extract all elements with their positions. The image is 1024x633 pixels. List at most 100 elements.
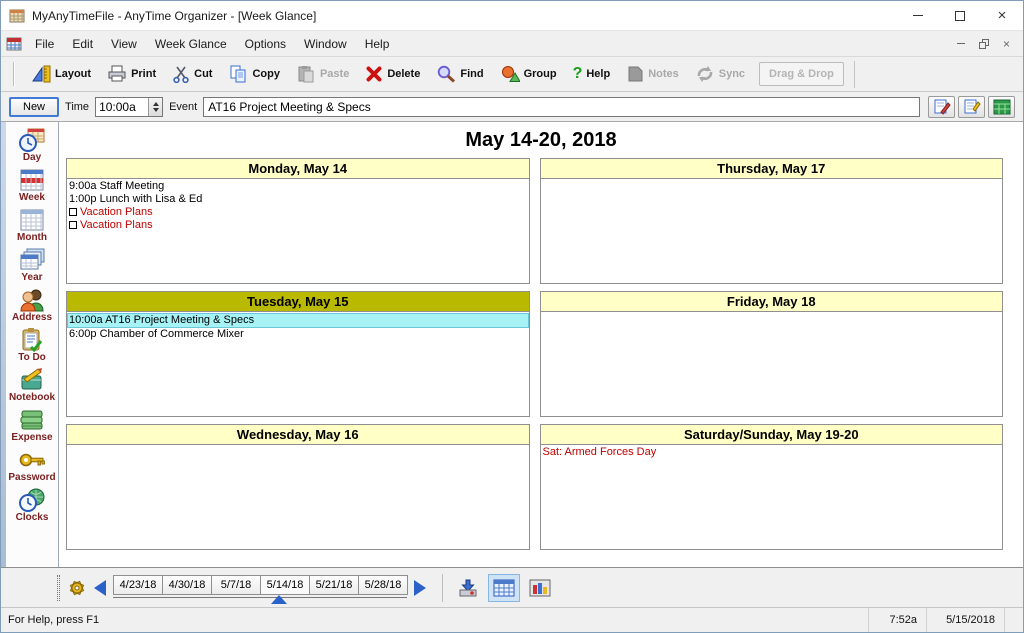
week-tab[interactable]: 5/7/18 — [211, 574, 261, 595]
menu-help[interactable]: Help — [356, 33, 399, 55]
find-button[interactable]: Find — [428, 62, 491, 86]
app-icon — [9, 9, 25, 22]
expense-icon — [20, 410, 43, 430]
selected-event-item[interactable]: 10:00a AT16 Project Meeting & Specs — [67, 313, 529, 328]
time-input[interactable] — [96, 97, 149, 116]
clocks-icon — [18, 488, 45, 512]
todo-item[interactable]: Vacation Plans — [67, 219, 529, 232]
event-view-button[interactable] — [988, 95, 1015, 118]
week-view-button[interactable] — [488, 573, 520, 602]
spin-up-icon — [152, 101, 159, 106]
menu-bar: File Edit View Week Glance Options Windo… — [1, 30, 1023, 56]
sidebar-item-month[interactable]: Month — [17, 207, 47, 243]
mdi-close-button[interactable]: × — [1003, 37, 1010, 51]
month-icon — [20, 209, 44, 231]
mdi-restore-button[interactable] — [978, 38, 989, 49]
week-tab-active[interactable]: 5/14/18 — [260, 574, 310, 595]
event-item[interactable]: 1:00p Lunch with Lisa & Ed — [67, 193, 529, 206]
help-button[interactable]: ? Help — [565, 64, 619, 84]
menu-view[interactable]: View — [102, 33, 146, 55]
day-header: Friday, May 18 — [540, 292, 1002, 312]
group-button[interactable]: Group — [492, 62, 565, 86]
settings-gear-icon[interactable] — [67, 578, 87, 598]
minimize-icon — [913, 15, 923, 16]
sidebar-item-address[interactable]: Address — [12, 287, 52, 323]
sidebar-item-week[interactable]: Week — [18, 167, 46, 203]
event-edit-button[interactable] — [928, 95, 955, 118]
todo-checkbox[interactable] — [69, 221, 77, 229]
holiday-item[interactable]: Sat: Armed Forces Day — [541, 446, 1003, 459]
week-tab[interactable]: 5/21/18 — [309, 574, 359, 595]
todo-checkbox[interactable] — [69, 208, 77, 216]
find-icon — [438, 65, 456, 83]
day-header: Monday, May 14 — [67, 159, 529, 179]
day-header: Wednesday, May 16 — [67, 425, 529, 445]
sidebar-item-password[interactable]: Password — [8, 447, 56, 483]
delete-button[interactable]: Delete — [357, 62, 428, 86]
year-icon — [20, 248, 45, 270]
week-tabs: 4/23/18 4/30/18 5/7/18 5/14/18 5/21/18 5… — [113, 573, 408, 604]
sidebar-item-clocks[interactable]: Clocks — [16, 487, 48, 523]
previous-weeks-button[interactable] — [94, 579, 106, 596]
new-button[interactable]: New — [9, 96, 60, 117]
day-panel-thursday[interactable]: Thursday, May 17 — [539, 158, 1003, 284]
menu-window[interactable]: Window — [295, 33, 356, 55]
close-button[interactable]: × — [981, 1, 1023, 30]
minimize-button[interactable] — [897, 1, 939, 30]
chart-view-button[interactable] — [524, 574, 556, 602]
week-tabs-track — [113, 596, 407, 598]
mdi-minimize-button[interactable] — [956, 43, 965, 44]
resize-grip[interactable] — [1004, 608, 1023, 632]
status-bar: For Help, press F1 7:52a 5/15/2018 — [1, 607, 1023, 632]
sync-button: Sync — [687, 62, 753, 86]
event-note-button[interactable] — [958, 95, 985, 118]
view-sidebar: Day Week Month Year Address To Do Notebo… — [1, 122, 59, 567]
sidebar-item-notebook[interactable]: Notebook — [9, 367, 55, 403]
menu-edit[interactable]: Edit — [63, 33, 102, 55]
week-view-icon — [493, 579, 515, 596]
close-icon: × — [997, 7, 1007, 24]
day-panel-satsun[interactable]: Saturday/Sunday, May 19-20 Sat: Armed Fo… — [539, 424, 1003, 550]
next-weeks-button[interactable] — [414, 579, 426, 596]
maximize-button[interactable] — [939, 1, 981, 30]
cut-button[interactable]: Cut — [164, 62, 220, 86]
sidebar-item-expense[interactable]: Expense — [11, 407, 53, 443]
sidebar-item-todo[interactable]: To Do — [18, 327, 46, 363]
event-calendar-icon — [993, 99, 1010, 114]
print-button[interactable]: Print — [99, 62, 164, 86]
copy-button[interactable]: Copy — [220, 62, 288, 86]
goto-date-button[interactable] — [452, 574, 484, 602]
main-area: Day Week Month Year Address To Do Notebo… — [1, 122, 1023, 567]
copy-icon — [230, 65, 246, 83]
sidebar-item-day[interactable]: Day — [18, 127, 46, 163]
maximize-icon — [955, 10, 965, 21]
document-icon — [6, 37, 22, 50]
todo-item[interactable]: Vacation Plans — [67, 206, 529, 219]
event-input[interactable] — [203, 96, 920, 117]
day-panel-tuesday[interactable]: Tuesday, May 15 10:00a AT16 Project Meet… — [66, 291, 530, 417]
mdi-restore-icon — [978, 38, 989, 49]
time-spin-buttons[interactable] — [148, 97, 163, 116]
event-item[interactable]: 9:00a Staff Meeting — [67, 180, 529, 193]
status-time: 7:52a — [868, 608, 926, 632]
menu-file[interactable]: File — [26, 33, 63, 55]
toolbar-grip[interactable] — [13, 62, 15, 86]
day-header-today: Tuesday, May 15 — [67, 292, 529, 312]
day-panel-friday[interactable]: Friday, May 18 — [539, 291, 1003, 417]
week-tab[interactable]: 5/28/18 — [358, 574, 408, 595]
notebook-icon — [21, 368, 42, 390]
day-panel-wednesday[interactable]: Wednesday, May 16 — [66, 424, 530, 550]
event-item[interactable]: 6:00p Chamber of Commerce Mixer — [67, 328, 529, 341]
menu-week-glance[interactable]: Week Glance — [146, 33, 236, 55]
weekbar-grip[interactable] — [57, 574, 60, 601]
week-tab[interactable]: 4/23/18 — [113, 574, 163, 595]
day-header: Saturday/Sunday, May 19-20 — [540, 425, 1002, 445]
active-week-marker-icon — [271, 594, 287, 604]
day-panel-monday[interactable]: Monday, May 14 9:00a Staff Meeting 1:00p… — [66, 158, 530, 284]
paste-icon — [298, 66, 314, 83]
layout-button[interactable]: Layout — [23, 62, 99, 86]
address-icon — [20, 289, 44, 312]
sidebar-item-year[interactable]: Year — [18, 247, 46, 283]
menu-options[interactable]: Options — [236, 33, 295, 55]
week-tab[interactable]: 4/30/18 — [162, 574, 212, 595]
